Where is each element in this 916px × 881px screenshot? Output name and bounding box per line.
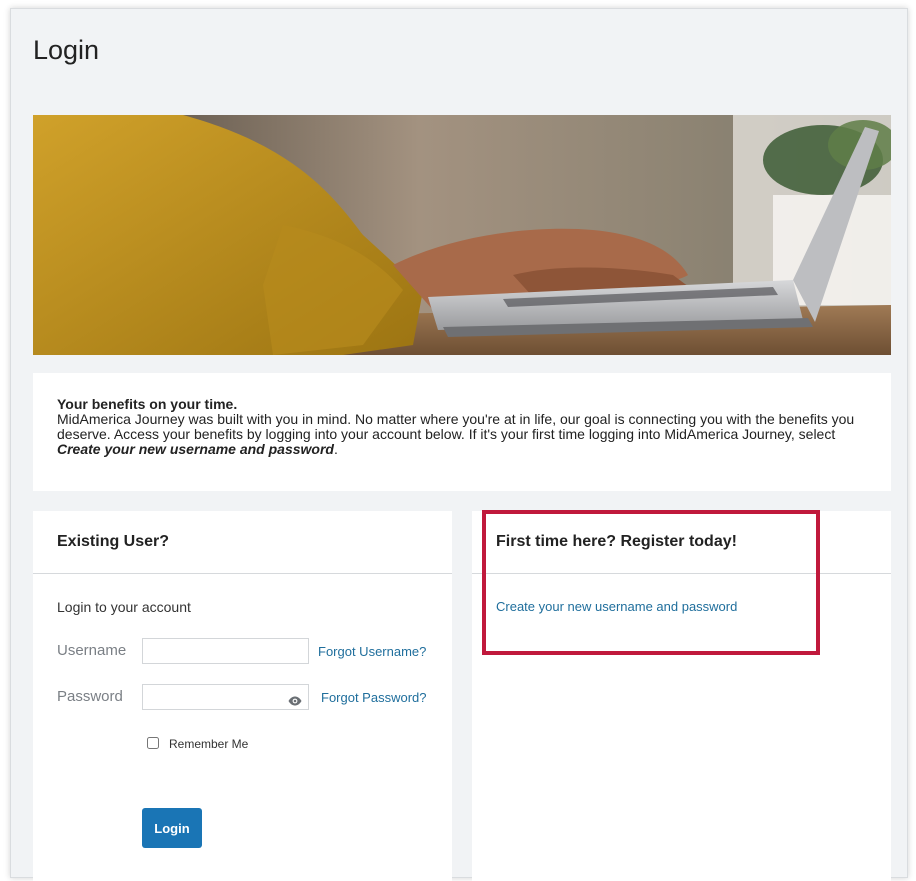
login-button[interactable]: Login	[142, 808, 202, 848]
benefits-text-emphasis: Create your new username and password	[57, 441, 334, 457]
page-title: Login	[33, 35, 100, 65]
forgot-username-link[interactable]: Forgot Username?	[318, 644, 426, 659]
register-card: First time here? Register today! Create …	[472, 511, 891, 881]
remember-me-checkbox[interactable]	[147, 737, 159, 749]
password-input[interactable]	[142, 684, 309, 710]
hero-image	[33, 115, 891, 355]
benefits-text-end: .	[333, 441, 338, 457]
login-page: Login Your benefits on your time. MidAme…	[10, 8, 908, 881]
existing-user-card: Existing User? Login to your account Use…	[33, 511, 452, 881]
remember-me-label: Remember Me	[169, 737, 249, 751]
username-input[interactable]	[142, 638, 309, 664]
benefits-text-body: MidAmerica Journey was built with you in…	[57, 411, 855, 442]
login-subtitle: Login to your account	[57, 599, 191, 615]
forgot-password-link[interactable]: Forgot Password?	[321, 690, 427, 705]
eye-icon-graphic	[288, 696, 302, 706]
benefits-heading: Your benefits on your time.	[57, 396, 238, 412]
benefits-text: MidAmerica Journey was built with you in…	[57, 412, 867, 457]
hero-laptop-illustration	[33, 115, 891, 355]
eye-icon[interactable]	[288, 693, 302, 706]
existing-user-heading: Existing User?	[33, 511, 452, 574]
username-label: Username	[57, 642, 127, 659]
password-label: Password	[57, 688, 123, 705]
create-account-link[interactable]: Create your new username and password	[496, 599, 737, 614]
register-heading: First time here? Register today!	[472, 511, 891, 574]
benefits-panel: Your benefits on your time. MidAmerica J…	[33, 373, 891, 491]
